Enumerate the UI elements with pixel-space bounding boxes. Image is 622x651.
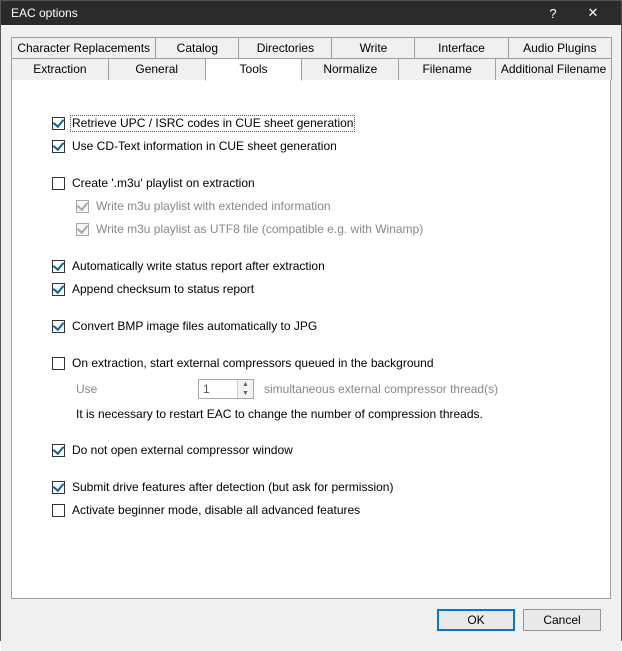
tab-extraction[interactable]: Extraction bbox=[11, 58, 109, 80]
restart-note: It is necessary to restart EAC to change… bbox=[76, 407, 580, 421]
threads-up-icon[interactable]: ▲ bbox=[238, 380, 253, 389]
dialog-footer: OK Cancel bbox=[11, 599, 611, 641]
option-convert-bmp: Convert BMP image files automatically to… bbox=[52, 319, 580, 334]
label-no-ext-window: Do not open external compressor window bbox=[72, 443, 293, 458]
tab-write[interactable]: Write bbox=[331, 37, 415, 58]
threads-arrows: ▲ ▼ bbox=[237, 380, 253, 398]
tab-tools[interactable]: Tools bbox=[205, 58, 303, 81]
label-create-m3u: Create '.m3u' playlist on extraction bbox=[72, 176, 255, 191]
titlebar: EAC options ? ✕ bbox=[1, 1, 621, 25]
close-button[interactable]: ✕ bbox=[573, 1, 613, 25]
threads-down-icon[interactable]: ▼ bbox=[238, 389, 253, 398]
checkbox-m3u-utf8 bbox=[76, 223, 89, 236]
client-area: Character Replacements Catalog Directori… bbox=[1, 25, 621, 651]
tab-strip: Character Replacements Catalog Directori… bbox=[11, 37, 611, 599]
option-beginner-mode: Activate beginner mode, disable all adva… bbox=[52, 503, 580, 518]
checkbox-convert-bmp[interactable] bbox=[52, 320, 65, 333]
option-append-checksum: Append checksum to status report bbox=[52, 282, 580, 297]
label-append-checksum: Append checksum to status report bbox=[72, 282, 254, 297]
checkbox-ext-queue[interactable] bbox=[52, 357, 65, 370]
option-m3u-utf8: Write m3u playlist as UTF8 file (compati… bbox=[76, 222, 580, 237]
threads-spinbox[interactable]: ▲ ▼ bbox=[198, 379, 254, 399]
option-create-m3u: Create '.m3u' playlist on extraction bbox=[52, 176, 580, 191]
label-retrieve-upc: Retrieve UPC / ISRC codes in CUE sheet g… bbox=[70, 115, 355, 132]
label-beginner-mode: Activate beginner mode, disable all adva… bbox=[72, 503, 360, 518]
option-use-cdtext: Use CD-Text information in CUE sheet gen… bbox=[52, 139, 580, 154]
checkbox-retrieve-upc[interactable] bbox=[52, 117, 65, 130]
threads-row: Use ▲ ▼ simultaneous external compressor… bbox=[76, 379, 580, 399]
ok-button[interactable]: OK bbox=[437, 609, 515, 631]
tab-audio-plugins[interactable]: Audio Plugins bbox=[508, 37, 612, 58]
cancel-button[interactable]: Cancel bbox=[523, 609, 601, 631]
option-no-ext-window: Do not open external compressor window bbox=[52, 443, 580, 458]
label-convert-bmp: Convert BMP image files automatically to… bbox=[72, 319, 317, 334]
threads-pre-label: Use bbox=[76, 382, 198, 396]
option-m3u-extended: Write m3u playlist with extended informa… bbox=[76, 199, 580, 214]
tab-interface[interactable]: Interface bbox=[414, 37, 508, 58]
tab-general[interactable]: General bbox=[108, 58, 206, 80]
option-ext-queue: On extraction, start external compressor… bbox=[52, 356, 580, 371]
checkbox-use-cdtext[interactable] bbox=[52, 140, 65, 153]
label-m3u-utf8: Write m3u playlist as UTF8 file (compati… bbox=[96, 222, 423, 237]
option-retrieve-upc: Retrieve UPC / ISRC codes in CUE sheet g… bbox=[52, 116, 580, 131]
tab-directories[interactable]: Directories bbox=[238, 37, 332, 58]
option-auto-status: Automatically write status report after … bbox=[52, 259, 580, 274]
tab-catalog[interactable]: Catalog bbox=[155, 37, 239, 58]
tab-character-replacements[interactable]: Character Replacements bbox=[11, 37, 156, 58]
tab-panel-tools: Retrieve UPC / ISRC codes in CUE sheet g… bbox=[11, 79, 611, 599]
threads-input[interactable] bbox=[199, 380, 237, 398]
dialog-window: EAC options ? ✕ Character Replacements C… bbox=[0, 0, 622, 641]
checkbox-auto-status[interactable] bbox=[52, 260, 65, 273]
label-ext-queue: On extraction, start external compressor… bbox=[72, 356, 434, 371]
checkbox-append-checksum[interactable] bbox=[52, 283, 65, 296]
threads-post-label: simultaneous external compressor thread(… bbox=[264, 382, 498, 396]
checkbox-beginner-mode[interactable] bbox=[52, 504, 65, 517]
checkbox-submit-drive[interactable] bbox=[52, 481, 65, 494]
window-title: EAC options bbox=[11, 6, 533, 20]
checkbox-m3u-extended bbox=[76, 200, 89, 213]
label-submit-drive: Submit drive features after detection (b… bbox=[72, 480, 393, 495]
option-submit-drive: Submit drive features after detection (b… bbox=[52, 480, 580, 495]
label-auto-status: Automatically write status report after … bbox=[72, 259, 325, 274]
label-m3u-extended: Write m3u playlist with extended informa… bbox=[96, 199, 331, 214]
label-use-cdtext: Use CD-Text information in CUE sheet gen… bbox=[72, 139, 337, 154]
tab-filename[interactable]: Filename bbox=[398, 58, 496, 80]
tab-additional-filename[interactable]: Additional Filename bbox=[495, 58, 612, 80]
help-button[interactable]: ? bbox=[533, 2, 573, 25]
checkbox-no-ext-window[interactable] bbox=[52, 444, 65, 457]
tab-normalize[interactable]: Normalize bbox=[301, 58, 399, 80]
checkbox-create-m3u[interactable] bbox=[52, 177, 65, 190]
